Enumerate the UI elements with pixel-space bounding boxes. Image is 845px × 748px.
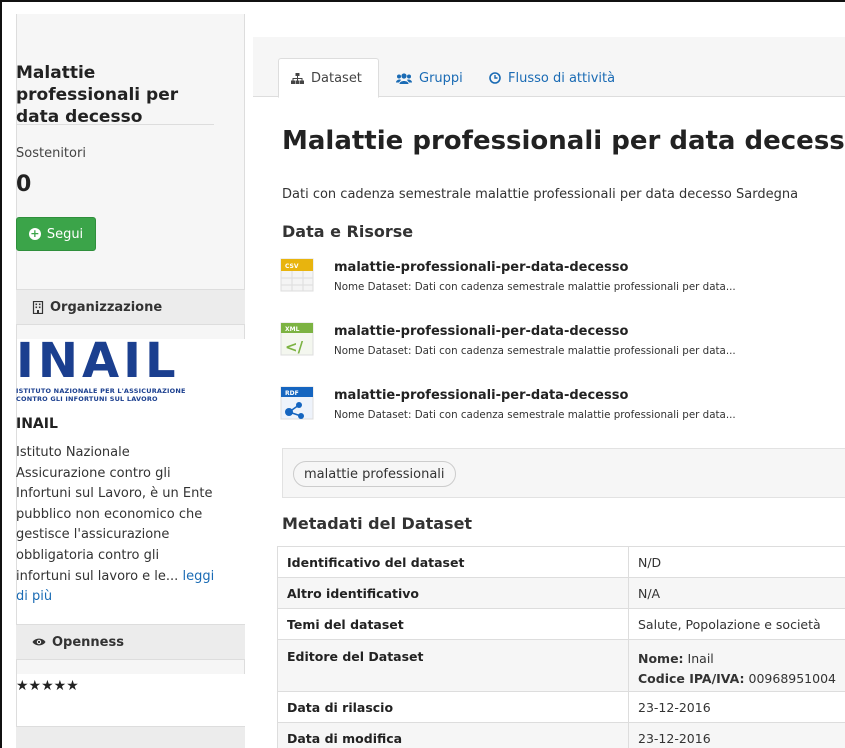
resource-item-rdf[interactable]: RDF malattie-professionali-per-data-dece… [279,385,839,433]
inail-logo[interactable]: INAIL [16,336,180,386]
svg-text:CSV: CSV [285,263,299,270]
sidebar-dataset-title: Malattie professionali per data decesso [16,63,179,127]
follow-button-label: Segui [46,226,84,242]
svg-text:RDF: RDF [285,390,299,397]
page-title: Malattie professionali per data decesso [282,126,845,156]
dataset-description: Dati con cadenza semestrale malattie pro… [282,187,799,202]
metadata-key: Editore del Dataset [277,639,629,692]
resource-name[interactable]: malattie-professionali-per-data-decesso [334,324,628,339]
table-row: Identificativo del dataset N/D [277,546,845,578]
plus-circle-icon: + [28,227,41,240]
metadata-key: Altro identificativo [277,577,629,609]
table-row: Data di modifica 23-12-2016 [277,722,845,748]
inail-logo-caption: ISTITUTO NAZIONALE PER L'ASSICURAZIONE C… [16,387,186,403]
publisher-name-value: Inail [687,651,714,666]
follow-button[interactable]: + Segui [16,217,96,251]
table-row: Altro identificativo N/A [277,577,845,609]
resource-description: Nome Dataset: Dati con cadenza semestral… [334,409,736,421]
organization-name: INAIL [16,416,58,432]
table-row: Editore del Dataset Nome: Inail Codice I… [277,639,845,692]
organization-description: Istituto Nazionale Assicurazione contro … [16,443,216,608]
resource-description: Nome Dataset: Dati con cadenza semestral… [334,345,736,357]
tab-flusso-label: Flusso di attività [508,70,616,86]
publisher-code-label: Codice IPA/IVA: [638,671,745,686]
metadata-heading: Metadati del Dataset [282,514,473,533]
divider [16,124,214,125]
metadata-value: Nome: Inail Codice IPA/IVA: 00968951004 [628,639,845,692]
resource-name[interactable]: malattie-professionali-per-data-decesso [334,260,628,275]
table-row: Temi del dataset Salute, Popolazione e s… [277,608,845,640]
openness-heading-label: Openness [52,634,124,650]
metadata-key: Identificativo del dataset [277,546,629,578]
tab-gruppi[interactable]: Gruppi [396,58,463,98]
metadata-value: Salute, Popolazione e società [628,608,845,640]
table-row: Data di rilascio 23-12-2016 [277,691,845,723]
resource-description: Nome Dataset: Dati con cadenza semestral… [334,281,736,293]
tab-gruppi-label: Gruppi [419,70,463,86]
sidebar-next-section [16,726,245,748]
metadata-key: Data di rilascio [277,691,629,723]
resources-heading: Data e Risorse [282,222,414,241]
metadata-value: 23-12-2016 [628,691,845,723]
sitemap-icon [291,72,304,84]
publisher-name-label: Nome: [638,651,684,666]
followers-count: 0 [16,172,32,197]
tab-dataset-label: Dataset [311,70,362,86]
organization-heading: Organizzazione [16,289,245,325]
followers-label: Sostenitori [16,146,86,161]
resource-item-csv[interactable]: CSV malattie-professionali-per-data-dece… [279,257,839,305]
rdf-file-icon: RDF [280,386,314,420]
svg-text:XML: XML [285,326,300,333]
openness-rating-stars: ★★★★★ [16,678,79,694]
svg-text:</: </ [285,338,304,356]
users-icon [396,72,412,84]
metadata-key: Data di modifica [277,722,629,748]
logo-caption-line1: ISTITUTO NAZIONALE PER L'ASSICURAZIONE [16,387,186,395]
publisher-code-value: 00968951004 [748,671,836,686]
openness-heading: Openness [16,624,245,660]
eye-icon [32,638,46,646]
clock-icon [489,72,501,84]
metadata-value: N/D [628,546,845,578]
resource-item-xml[interactable]: XML </ malattie-professionali-per-data-d… [279,321,839,369]
xml-file-icon: XML </ [280,322,314,356]
metadata-value: N/A [628,577,845,609]
metadata-value: 23-12-2016 [628,722,845,748]
csv-file-icon: CSV [280,258,314,292]
tab-dataset[interactable]: Dataset [278,58,379,98]
logo-caption-line2: CONTRO GLI INFORTUNI SUL LAVORO [16,395,158,403]
tab-flusso-attivita[interactable]: Flusso di attività [489,58,615,98]
resource-name[interactable]: malattie-professionali-per-data-decesso [334,388,628,403]
tag-malattie-professionali[interactable]: malattie professionali [293,461,456,487]
building-icon [32,300,44,314]
organization-description-text: Istituto Nazionale Assicurazione contro … [16,445,213,584]
metadata-key: Temi del dataset [277,608,629,640]
metadata-table: Identificativo del dataset N/D Altro ide… [277,546,845,748]
organization-heading-label: Organizzazione [50,299,163,315]
